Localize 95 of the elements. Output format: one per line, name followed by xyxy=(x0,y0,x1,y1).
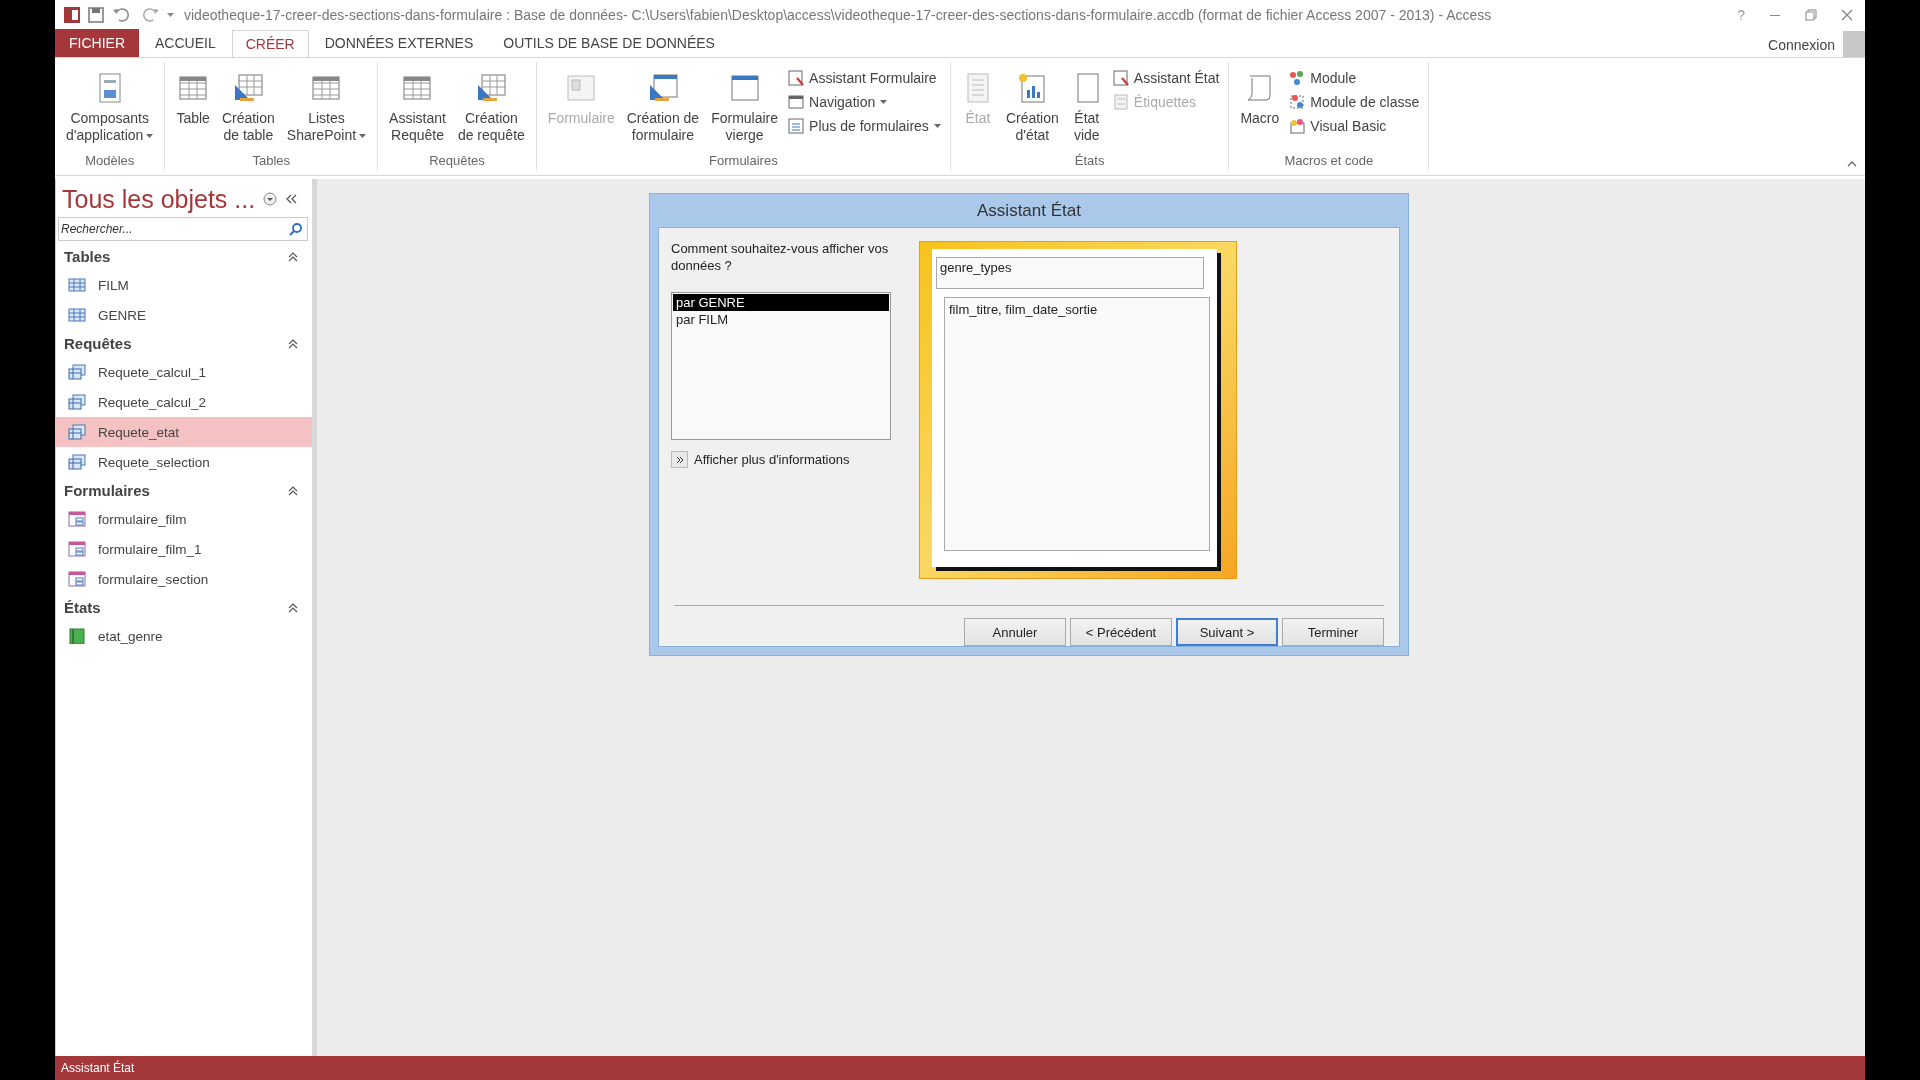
ribbon-button[interactable]: Composants d'application xyxy=(61,66,159,153)
ribbon-button[interactable]: Navigation xyxy=(785,92,944,112)
list-icon xyxy=(788,118,805,134)
save-icon xyxy=(87,6,105,24)
pane-title: Tous les objets ... xyxy=(62,184,256,214)
object-item[interactable]: formulaire_film_1 xyxy=(56,534,312,564)
query-icon xyxy=(68,394,86,410)
ribbon-button[interactable]: Listes SharePoint xyxy=(281,66,372,153)
molecule-icon xyxy=(1289,70,1306,86)
report-icon xyxy=(68,628,86,644)
ribbon-button[interactable]: Macro xyxy=(1235,66,1285,153)
ribbon-button[interactable]: Assistant Formulaire xyxy=(785,68,944,88)
grid-ruler-icon xyxy=(475,72,508,104)
ribbon-tab[interactable]: CRÉER xyxy=(231,30,309,58)
prompt-text: Comment souhaitez-vous afficher vos données ? xyxy=(671,240,890,275)
ribbon-tab[interactable]: DONNÉES EXTERNES xyxy=(310,29,488,57)
form-icon xyxy=(68,511,86,527)
ribbon-button[interactable]: Module de classe xyxy=(1286,92,1423,112)
form-icon xyxy=(68,571,86,587)
ribbon-button[interactable]: Création de requête xyxy=(452,66,530,153)
expand-button[interactable] xyxy=(671,451,688,468)
file-tab[interactable]: FICHIER xyxy=(55,29,139,57)
ribbon-button[interactable]: Création de formulaire xyxy=(621,66,705,153)
group-label: États xyxy=(1073,153,1106,170)
ribbon-button[interactable]: Création de table xyxy=(216,66,280,153)
object-item[interactable]: Requete_calcul_1 xyxy=(56,357,312,387)
class-module-icon xyxy=(1289,94,1306,110)
restore-icon xyxy=(1805,9,1817,21)
ribbon-button[interactable]: Table xyxy=(171,66,215,153)
table-icon xyxy=(68,307,86,323)
app-logo-icon xyxy=(63,6,81,24)
collapse-ribbon-icon xyxy=(1847,160,1857,167)
sign-in-link[interactable]: Connexion xyxy=(1768,31,1835,53)
collapse-icon xyxy=(288,338,298,349)
ribbon-button[interactable]: Assistant Requête xyxy=(384,66,451,153)
object-item[interactable]: FILM xyxy=(56,270,312,300)
ribbon-button[interactable]: Module xyxy=(1286,68,1423,88)
ribbon-button[interactable]: Création d'état xyxy=(1000,66,1064,153)
ribbon-button[interactable]: État vide xyxy=(1065,66,1108,153)
collapse-pane-icon xyxy=(285,193,298,205)
blank-form-icon xyxy=(728,72,761,104)
object-item[interactable]: formulaire_film xyxy=(56,504,312,534)
account-picture xyxy=(1843,31,1865,57)
close-icon xyxy=(1841,9,1853,21)
group-header[interactable]: Formulaires xyxy=(56,477,312,504)
collapse-icon xyxy=(288,251,298,262)
ribbon-tab[interactable]: OUTILS DE BASE DE DONNÉES xyxy=(489,29,729,57)
dialog-button[interactable]: < Précédent xyxy=(1070,618,1172,646)
group-header[interactable]: Requêtes xyxy=(56,330,312,357)
object-item[interactable]: Requete_selection xyxy=(56,447,312,477)
wizard-icon xyxy=(788,70,805,86)
dialog-button[interactable]: Suivant > xyxy=(1176,618,1278,646)
table-icon xyxy=(68,277,86,293)
form-icon xyxy=(68,541,86,557)
dialog-button[interactable]: Annuler xyxy=(964,618,1066,646)
status-text: Assistant État xyxy=(61,1061,135,1075)
caret-icon xyxy=(167,12,174,18)
collapse-icon xyxy=(288,485,298,496)
collapse-icon xyxy=(288,602,298,613)
search-icon xyxy=(289,222,303,236)
ribbon-button[interactable]: Visual Basic xyxy=(1286,116,1423,136)
more-info-label[interactable]: Afficher plus d'informations xyxy=(694,452,850,467)
group-header[interactable]: États xyxy=(56,594,312,621)
detail-box: film_titre, film_date_sortie xyxy=(944,297,1210,551)
group-label: Modèles xyxy=(84,153,136,170)
double-chevron-icon xyxy=(675,455,684,464)
list-option[interactable]: par GENRE xyxy=(673,294,889,311)
ribbon-button[interactable]: Plus de formulaires xyxy=(785,116,944,136)
query-icon xyxy=(68,364,86,380)
group-header-box: genre_types xyxy=(936,257,1204,289)
query-icon xyxy=(68,424,86,440)
group-header[interactable]: Tables xyxy=(56,243,312,270)
group-label: Tables xyxy=(251,153,292,170)
group-label: Macros et code xyxy=(1283,153,1375,170)
wizard-icon xyxy=(1112,70,1129,86)
object-item[interactable]: GENRE xyxy=(56,300,312,330)
group-label: Requêtes xyxy=(428,153,486,170)
group-label: Formulaires xyxy=(708,153,779,170)
ribbon-tab[interactable]: ACCUEIL xyxy=(141,29,230,57)
ribbon-button[interactable]: Formulaire vierge xyxy=(706,66,784,153)
object-item[interactable]: formulaire_section xyxy=(56,564,312,594)
search-field[interactable]: Rechercher... xyxy=(58,217,308,241)
dialog-button[interactable]: Terminer xyxy=(1282,618,1384,646)
dropdown-icon xyxy=(263,192,278,206)
window-title: videotheque-17-creer-des-sections-dans-formulaire : Base de données- C:\Users\fabien\Desktop\access\videotheque-17-creer-des-sections-dans-formulaire.accdb (format de fichier Access 2007 - 2013) - Access xyxy=(184,7,1492,23)
list-option[interactable]: par FILM xyxy=(673,311,889,328)
ribbon-button[interactable]: Assistant État xyxy=(1109,68,1223,88)
object-item[interactable]: etat_genre xyxy=(56,621,312,651)
grid-ruler-icon xyxy=(232,72,265,104)
form-icon xyxy=(565,72,598,104)
window-icon xyxy=(788,94,805,110)
query-icon xyxy=(68,454,86,470)
dialog-title: Assistant État xyxy=(976,199,1082,222)
object-item[interactable]: Requete_calcul_2 xyxy=(56,387,312,417)
object-item[interactable]: Requete_etat xyxy=(56,417,312,447)
